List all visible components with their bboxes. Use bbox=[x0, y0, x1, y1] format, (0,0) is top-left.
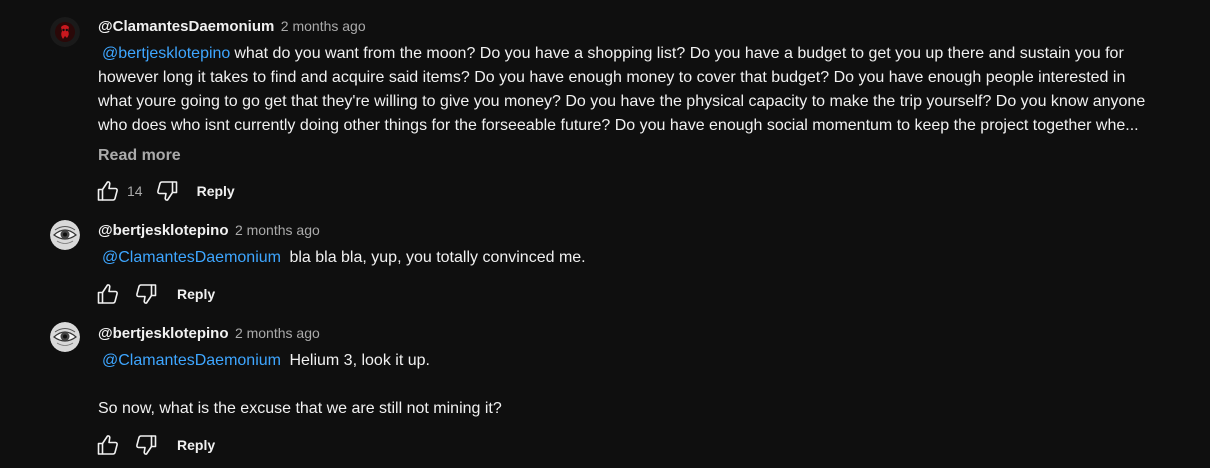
like-icon[interactable] bbox=[96, 433, 120, 457]
like-icon[interactable] bbox=[96, 282, 120, 306]
author-avatar[interactable] bbox=[50, 220, 80, 250]
mention-link[interactable]: @ClamantesDaemonium bbox=[102, 352, 281, 369]
reply-button[interactable]: Reply bbox=[177, 437, 215, 453]
comment-text-line: @ClamantesDaemonium Helium 3, look it up… bbox=[98, 349, 1196, 373]
reply-button[interactable]: Reply bbox=[197, 183, 235, 199]
dislike-icon[interactable] bbox=[134, 433, 158, 457]
eye-drawing-avatar-icon bbox=[50, 220, 80, 250]
like-icon[interactable] bbox=[96, 179, 120, 203]
comment-actions: 14 Reply bbox=[96, 179, 235, 203]
eye-drawing-avatar-icon bbox=[50, 322, 80, 352]
comment-text-line: So now, what is the excuse that we are s… bbox=[98, 400, 502, 417]
comment-text: @bertjesklotepino what do you want from t… bbox=[98, 42, 1196, 138]
mention-link[interactable]: @bertjesklotepino bbox=[102, 45, 230, 62]
text-segment: Helium 3, look it up. bbox=[289, 352, 430, 369]
comment-text-line: @bertjesklotepino what do you want from t… bbox=[98, 42, 1196, 66]
comment-timestamp[interactable]: 2 months ago bbox=[235, 325, 320, 341]
comment-text: @ClamantesDaemonium Helium 3, look it up… bbox=[98, 349, 1196, 421]
red-logo-avatar-icon bbox=[50, 17, 80, 47]
text-segment: bla bla bla, yup, you totally convinced … bbox=[289, 249, 586, 266]
reply-button[interactable]: Reply bbox=[177, 286, 215, 302]
comment-text-line: what youre going to go get that they're … bbox=[98, 93, 1146, 110]
comment-actions: Reply bbox=[96, 282, 215, 306]
mention-link[interactable]: @ClamantesDaemonium bbox=[102, 249, 281, 266]
comment-text-line: however long it takes to find and acquir… bbox=[98, 69, 1126, 86]
dislike-icon[interactable] bbox=[134, 282, 158, 306]
author-avatar[interactable] bbox=[50, 322, 80, 352]
author-name[interactable]: @bertjesklotepino bbox=[98, 325, 228, 342]
author-avatar[interactable] bbox=[50, 17, 80, 47]
comment-header: @bertjesklotepino 2 months ago bbox=[98, 219, 1196, 241]
comment-text: @ClamantesDaemonium bla bla bla, yup, yo… bbox=[98, 246, 1196, 270]
author-name[interactable]: @ClamantesDaemonium bbox=[98, 18, 274, 35]
dislike-icon[interactable] bbox=[155, 179, 179, 203]
author-name[interactable]: @bertjesklotepino bbox=[98, 222, 228, 239]
comment-timestamp[interactable]: 2 months ago bbox=[281, 18, 366, 34]
comment-text-line: who does who isnt currently doing other … bbox=[98, 117, 1139, 134]
comment-actions: Reply bbox=[96, 433, 215, 457]
comment-header: @bertjesklotepino 2 months ago bbox=[98, 322, 1196, 344]
like-count: 14 bbox=[127, 183, 143, 199]
comment-header: @ClamantesDaemonium 2 months ago bbox=[98, 15, 1196, 37]
comment-timestamp[interactable]: 2 months ago bbox=[235, 222, 320, 238]
text-segment: what do you want from the moon? Do you h… bbox=[234, 45, 1124, 62]
read-more-button[interactable]: Read more bbox=[98, 147, 181, 165]
